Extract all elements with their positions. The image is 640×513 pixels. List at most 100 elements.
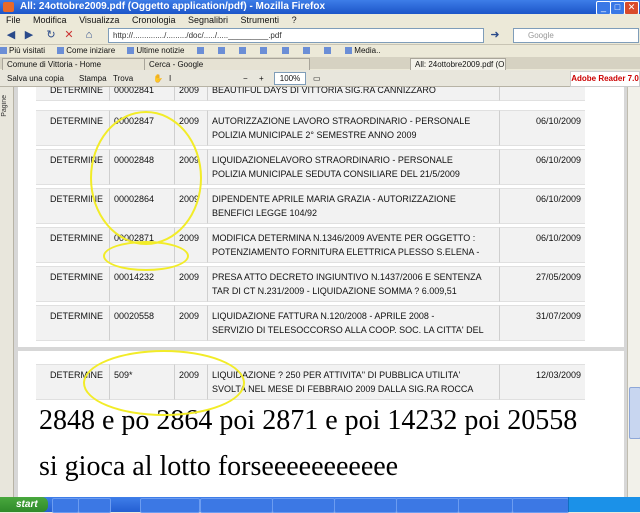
description-line: DIPENDENTE APRILE MARIA GRAZIA - AUTORIZ… [212,194,456,204]
bookmarks-toolbar: Più visitati Come iniziare Ultime notizi… [0,45,640,57]
row-type: DETERMINE [36,87,109,101]
go-icon[interactable]: ➜ [488,28,502,42]
windows-taskbar: start [0,497,640,513]
description-line: AUTORIZZAZIONE LAVORO STRAORDINARIO - PE… [212,116,471,126]
stop-icon[interactable]: ✕ [62,28,76,42]
back-icon[interactable]: ◀ [4,28,18,42]
menu-history[interactable]: Cronologia [132,15,176,25]
row-description: AUTORIZZAZIONE LAVORO STRAORDINARIO - PE… [207,110,499,146]
save-copy-button[interactable]: Salva una copia [4,72,67,86]
row-type: DETERMINE [36,266,109,302]
row-year: 2009 [174,266,207,302]
tab-search[interactable]: Cerca - Google [144,58,310,70]
row-number: 00020558 [109,305,174,341]
bookmark-item[interactable] [303,45,312,57]
system-tray [568,497,640,512]
taskbar-window[interactable] [458,498,513,513]
highlight-ellipse [103,241,189,271]
description-line: MODIFICA DETERMINA N.1346/2009 AVENTE PE… [212,233,476,243]
table-row: DETERMINE 00014232 2009 PRESA ATTO DECRETO … [36,266,585,302]
description-line: BENEFICI LEGGE 104/92 [212,208,318,218]
taskbar-window[interactable] [272,498,335,513]
highlight-ellipse [90,111,202,245]
select-tool-icon[interactable]: I [166,72,174,86]
row-number: 00002841 [109,87,174,101]
row-date: 12/03/2009 [499,364,585,400]
fit-page-icon[interactable]: ▭ [310,72,324,86]
row-date [499,87,585,101]
row-description: MODIFICA DETERMINA N.1346/2009 AVENTE PE… [207,227,499,263]
zoom-in-icon[interactable]: + [256,72,267,86]
row-type: DETERMINE [36,305,109,341]
home-icon[interactable]: ⌂ [82,28,96,42]
table-row: DETERMINE 00002841 2009 BEAUTIFUL DAYS D… [36,87,585,101]
menu-tools[interactable]: Strumenti [241,15,280,25]
pages-tab[interactable]: Pagine [1,95,12,117]
scrollbar-thumb[interactable] [629,387,640,439]
tab-bar: Comune di Vittoria - Home Cerca - Google… [0,57,640,70]
start-button[interactable]: start [0,497,48,512]
menu-bar: File Modifica Visualizza Cronologia Segn… [0,14,640,26]
taskbar-window[interactable] [200,498,273,513]
zoom-out-icon[interactable]: − [240,72,251,86]
row-date: 06/10/2009 [499,188,585,224]
bookmark-item[interactable]: Come iniziare [57,45,115,57]
hand-tool-icon[interactable]: ✋ [150,72,166,86]
row-description: BEAUTIFUL DAYS DI VITTORIA SIG.RA CANNIZ… [207,87,499,101]
pdf-viewport[interactable]: Pagine DETERMINE 00002841 2009 BEAUTIFUL… [0,87,640,497]
row-date: 06/10/2009 [499,149,585,185]
vertical-scrollbar[interactable] [627,87,640,497]
adobe-reader-logo: Adobe Reader 7.0 [570,71,640,87]
row-date: 06/10/2009 [499,227,585,263]
menu-view[interactable]: Visualizza [79,15,119,25]
reload-icon[interactable]: ↻ [44,28,58,42]
bookmark-item[interactable] [197,45,206,57]
search-input[interactable]: Google [513,28,639,43]
find-button[interactable]: Trova [110,72,136,86]
taskbar-window[interactable] [396,498,459,513]
description-line: SVOLTA NEL MESE DI FEBBRAIO 2009 DALLA S… [212,384,474,394]
row-year: 2009 [174,305,207,341]
tab-vittoria[interactable]: Comune di Vittoria - Home [2,58,146,70]
row-number: 00014232 [109,266,174,302]
bookmark-item[interactable] [282,45,291,57]
taskbar-window[interactable] [140,498,200,513]
forward-icon[interactable]: ▶ [22,28,36,42]
description-line: LIQUIDAZIONE ? 250 PER ATTIVITA'' DI PUB… [212,370,461,380]
bookmark-item[interactable] [324,45,333,57]
menu-bookmarks[interactable]: Segnalibri [188,15,228,25]
taskbar-window[interactable] [334,498,397,513]
description-line: POTENZIAMENTO FORNITURA ELETTRICA PLESSO… [212,247,480,257]
bookmark-item[interactable]: Media.. [345,45,380,57]
window-titlebar: All: 24ottobre2009.pdf (Oggetto applicat… [0,0,640,15]
menu-edit[interactable]: Modifica [33,15,67,25]
row-date: 27/05/2009 [499,266,585,302]
tab-pdf[interactable]: All: 24ottobre2009.pdf (O... [410,58,506,70]
bookmark-item[interactable]: Più visitati [0,45,45,57]
row-description: LIQUIDAZIONELAVORO STRAORDINARIO - PERSO… [207,149,499,185]
menu-file[interactable]: File [6,15,21,25]
table-row: DETERMINE 00020558 2009 LIQUIDAZIONE FATTUR… [36,305,585,341]
quicklaunch-item[interactable] [52,498,79,513]
menu-help[interactable]: ? [292,15,297,25]
close-button[interactable]: ✕ [624,1,639,15]
bookmark-item[interactable] [239,45,248,57]
bookmark-item[interactable] [260,45,269,57]
annotation-line-2: si gioca al lotto forseeeeeeeeeee [39,451,399,482]
description-line: LIQUIDAZIONELAVORO STRAORDINARIO - PERSO… [212,155,453,165]
navigation-toolbar: ◀ ▶ ↻ ✕ ⌂ http://............../........… [0,26,640,45]
row-description: DIPENDENTE APRILE MARIA GRAZIA - AUTORIZ… [207,188,499,224]
taskbar-window[interactable] [512,498,569,513]
description-line: POLIZIA MUNICIPALE SEDUTA CONSILIARE DEL… [212,169,460,179]
zoom-field[interactable]: 100% [274,72,306,85]
firefox-icon [3,2,14,12]
quicklaunch-item[interactable] [78,498,111,513]
row-description: PRESA ATTO DECRETO INGIUNTIVO N.1437/200… [207,266,499,302]
minimize-button[interactable]: _ [596,1,611,15]
bookmark-item[interactable]: Ultime notizie [127,45,184,57]
bookmark-item[interactable] [218,45,227,57]
description-line: PRESA ATTO DECRETO INGIUNTIVO N.1437/200… [212,272,482,282]
print-button[interactable]: Stampa [76,72,110,86]
url-input[interactable]: http://............../........./doc/....… [108,28,484,43]
maximize-button[interactable]: □ [610,1,625,15]
